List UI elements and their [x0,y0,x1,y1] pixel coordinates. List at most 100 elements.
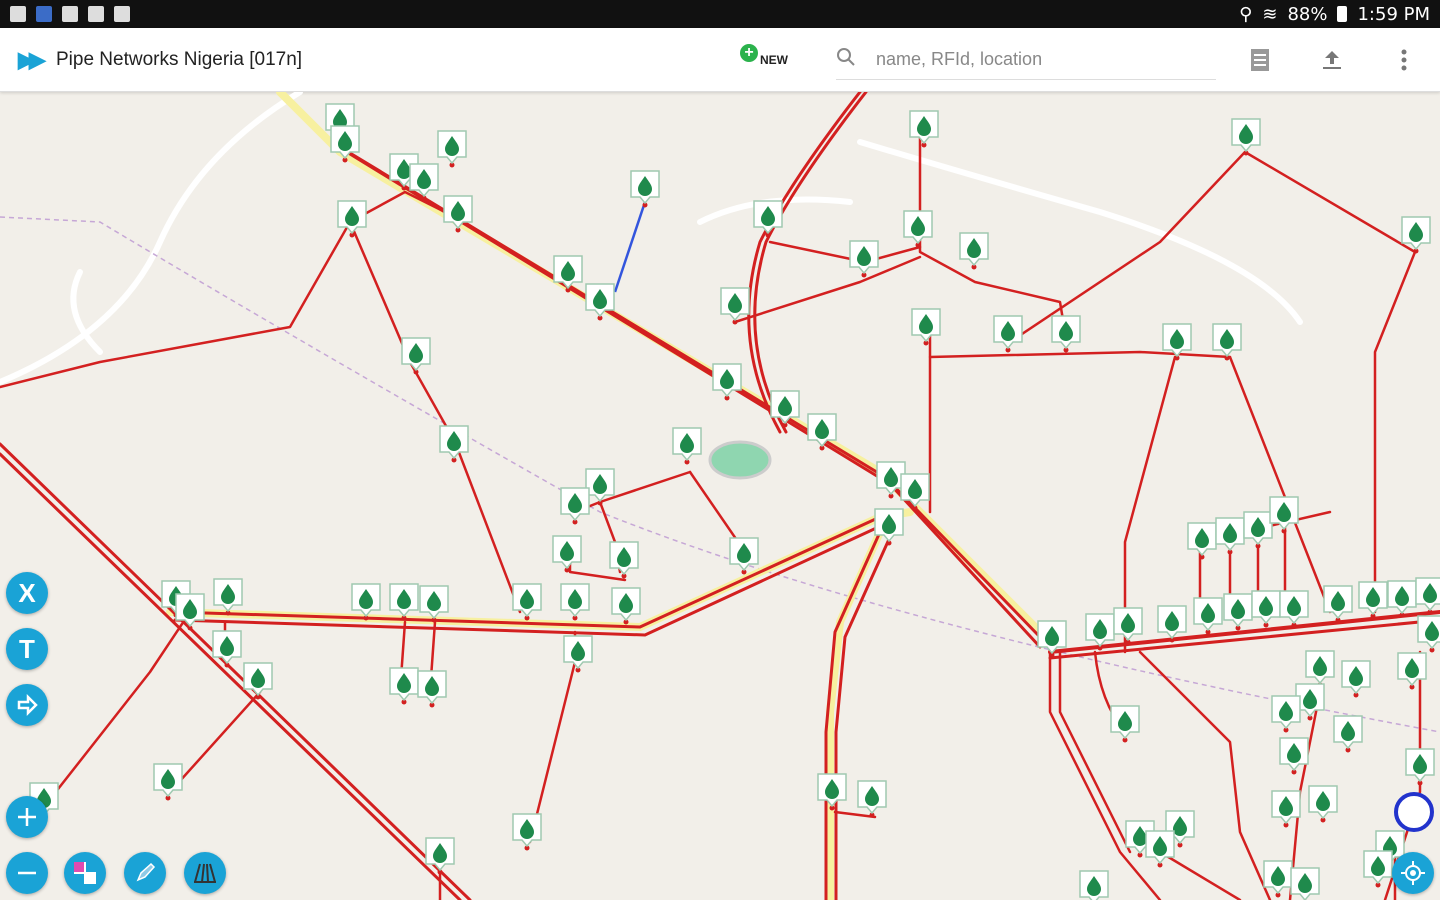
grid-select-icon [74,862,96,884]
grid-select-button[interactable] [64,852,106,894]
water-point-marker[interactable] [1145,830,1175,868]
arrow-right-icon [17,693,38,717]
water-point-marker[interactable] [1251,590,1281,628]
water-point-marker[interactable] [1387,580,1417,618]
search-icon[interactable] [836,47,866,73]
water-point-marker[interactable] [712,363,742,401]
water-point-marker[interactable] [417,670,447,708]
water-point-marker[interactable] [900,473,930,511]
water-point-marker[interactable] [437,130,467,168]
water-point-marker[interactable] [1305,650,1335,688]
zoom-in-button[interactable] [6,796,48,838]
water-point-marker[interactable] [1212,323,1242,361]
water-point-marker[interactable] [439,425,469,463]
minus-icon [18,871,36,875]
water-point-marker[interactable] [729,537,759,575]
water-point-marker[interactable] [609,541,639,579]
water-point-marker[interactable] [1113,607,1143,645]
search-bar [836,40,1216,80]
stadium-area [708,440,772,480]
water-point-marker[interactable] [1243,511,1273,549]
status-bar: ⚲ ≋ 88% 1:59 PM [0,0,1440,28]
water-point-marker[interactable] [1417,615,1440,653]
search-input[interactable] [876,49,1196,70]
water-point-marker[interactable] [1269,496,1299,534]
battery-icon [1337,6,1348,22]
clock: 1:59 PM [1357,3,1430,25]
map-view[interactable]: X T [0,92,1440,900]
water-point-marker[interactable] [1051,315,1081,353]
water-point-marker[interactable] [611,587,641,625]
my-location-button[interactable] [1392,852,1434,894]
water-point-marker[interactable] [1215,517,1245,555]
upload-icon[interactable] [1316,44,1348,76]
tool-t-button[interactable]: T [6,628,48,670]
water-point-marker[interactable] [849,240,879,278]
water-point-marker[interactable] [389,667,419,705]
new-button[interactable]: + NEW [740,38,812,82]
water-point-marker[interactable] [1323,585,1353,623]
water-point-marker[interactable] [389,583,419,621]
water-point-marker[interactable] [401,337,431,375]
water-point-marker[interactable] [993,315,1023,353]
water-point-marker[interactable] [1308,785,1338,823]
water-point-marker[interactable] [1263,860,1293,898]
water-point-marker[interactable] [1333,715,1363,753]
water-point-marker[interactable] [672,427,702,465]
water-point-marker[interactable] [560,583,590,621]
pipe-blue [613,201,647,293]
water-point-marker[interactable] [1415,577,1440,615]
water-point-marker[interactable] [753,200,783,238]
download-icon [62,6,78,22]
water-point-marker[interactable] [153,763,183,801]
water-point-marker[interactable] [1363,850,1393,888]
water-point-marker[interactable] [1223,593,1253,631]
water-point-marker[interactable] [553,255,583,293]
plus-icon [18,808,36,826]
water-point-marker[interactable] [1271,695,1301,733]
water-point-marker[interactable] [552,535,582,573]
my-location-icon [1401,861,1425,885]
water-point-marker[interactable] [560,487,590,525]
pen-icon [136,862,156,882]
water-point-marker[interactable] [1231,118,1261,156]
status-left-icons [10,6,130,22]
water-point-marker[interactable] [1405,748,1435,786]
water-point-marker[interactable] [1110,705,1140,743]
tool-x-button[interactable]: X [6,572,48,614]
notification-icon [10,6,26,22]
status-right: ⚲ ≋ 88% 1:59 PM [1239,4,1430,25]
water-point-marker[interactable] [1397,652,1427,690]
water-point-marker[interactable] [1279,590,1309,628]
water-point-marker[interactable] [337,200,367,238]
more-vert-icon[interactable] [1388,44,1420,76]
water-point-marker[interactable] [1079,870,1109,900]
gallery-icon [36,6,52,22]
water-point-marker[interactable] [817,773,847,811]
water-point-marker[interactable] [212,630,242,668]
water-point-marker[interactable] [512,583,542,621]
water-point-marker[interactable] [911,308,941,346]
water-point-marker[interactable] [903,210,933,248]
water-point-marker[interactable] [563,635,593,673]
selected-location-marker [1394,792,1434,832]
water-point-marker[interactable] [1271,790,1301,828]
water-point-marker[interactable] [1358,581,1388,619]
arrow-right-button[interactable] [6,684,48,726]
document-list-icon[interactable] [1244,44,1276,76]
water-point-marker[interactable] [1187,522,1217,560]
measure-button[interactable] [184,852,226,894]
water-point-marker[interactable] [1290,867,1320,900]
water-point-marker[interactable] [1193,597,1223,635]
water-point-marker[interactable] [1341,660,1371,698]
water-point-marker[interactable] [630,170,660,208]
zoom-out-button[interactable] [6,852,48,894]
tool-t-label: T [19,633,35,664]
double-chevron-right-icon[interactable]: ▶▶ [18,47,52,73]
draw-button[interactable] [124,852,166,894]
map-canvas[interactable] [0,92,1440,900]
water-point-marker[interactable] [909,110,939,148]
water-point-marker[interactable] [512,813,542,851]
water-point-marker[interactable] [857,780,887,818]
water-point-marker[interactable] [959,232,989,270]
